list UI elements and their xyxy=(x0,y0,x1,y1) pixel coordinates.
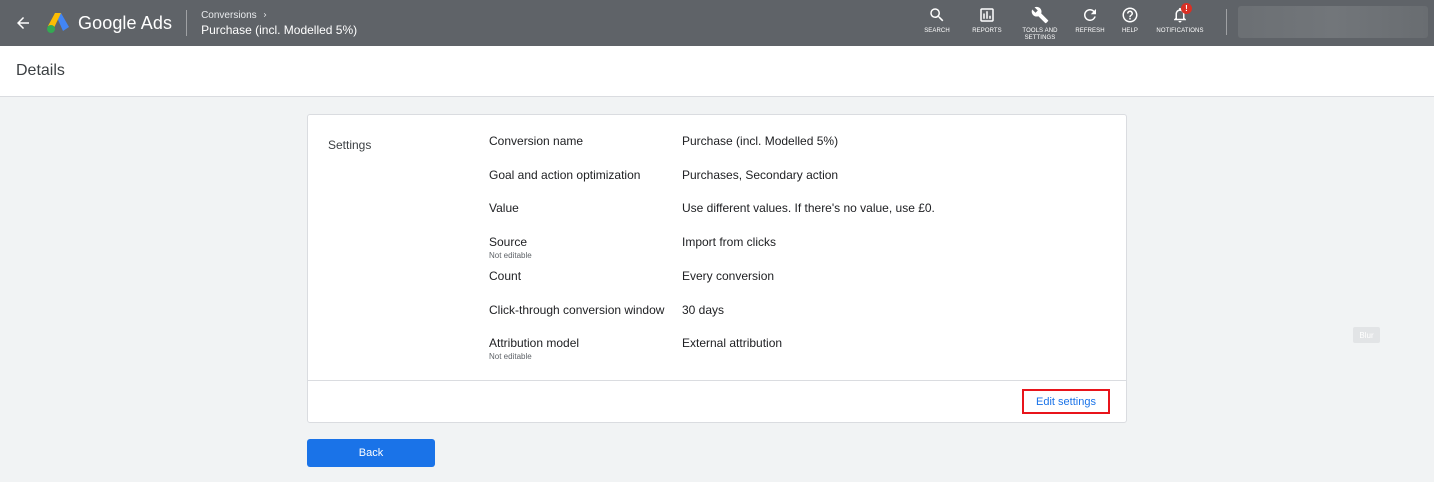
top-app-bar: Google Ads Conversions Purchase (incl. M… xyxy=(0,0,1434,46)
setting-name-count: Count xyxy=(489,269,521,283)
refresh-button[interactable]: REFRESH xyxy=(1072,0,1108,35)
search-button[interactable]: SEARCH xyxy=(918,0,956,35)
google-ads-logo-icon xyxy=(46,12,70,34)
setting-value-source: Import from clicks xyxy=(682,235,777,249)
toolbar-divider xyxy=(1226,9,1227,35)
breadcrumb-current: Purchase (incl. Modelled 5%) xyxy=(201,22,358,37)
not-editable-note: Not editable xyxy=(489,352,532,361)
setting-value-goal: Purchases, Secondary action xyxy=(682,168,839,182)
help-label: HELP xyxy=(1121,28,1139,34)
help-button[interactable]: HELP xyxy=(1118,0,1142,35)
setting-name-label: Count xyxy=(489,269,522,283)
toolbar: SEARCH REPORTS TOOLS AND SETTINGS REFRESH… xyxy=(918,0,1210,46)
breadcrumb: Conversions Purchase (incl. Modelled 5%) xyxy=(201,10,357,37)
setting-name-label: Conversion name xyxy=(489,134,584,148)
notifications-button[interactable]: ! NOTIFICATIONS xyxy=(1150,0,1210,35)
setting-name-label: Source xyxy=(489,235,528,249)
brand-name: Google Ads xyxy=(78,12,173,33)
notification-badge: ! xyxy=(1181,3,1192,14)
reports-icon xyxy=(980,8,994,22)
setting-name-conversion-name: Conversion name xyxy=(489,134,583,148)
setting-name-goal: Goal and action optimization xyxy=(489,168,640,182)
reports-button[interactable]: REPORTS xyxy=(968,0,1006,35)
wrench-icon xyxy=(1031,6,1049,24)
tools-label-line2: SETTINGS xyxy=(1024,35,1056,41)
back-arrow-icon[interactable] xyxy=(12,12,34,34)
setting-value-value: Use different values. If there's no valu… xyxy=(682,201,935,215)
page-title: Details xyxy=(16,62,65,79)
setting-value-count: Every conversion xyxy=(682,269,775,283)
account-info-blurred[interactable] xyxy=(1238,6,1428,38)
setting-name-source: Source Not editable xyxy=(489,235,532,260)
breadcrumb-parent[interactable]: Conversions xyxy=(201,10,357,21)
card-divider xyxy=(308,380,1126,381)
setting-name-value: Value xyxy=(489,201,519,215)
notifications-label: NOTIFICATIONS xyxy=(1156,28,1204,34)
setting-name-label: Click-through conversion window xyxy=(489,303,665,317)
search-icon xyxy=(930,8,944,22)
search-label: SEARCH xyxy=(924,28,950,34)
not-editable-note: Not editable xyxy=(489,251,532,260)
refresh-label: REFRESH xyxy=(1075,28,1105,34)
page-header: Details xyxy=(0,46,1434,97)
setting-value-conversion-name: Purchase (incl. Modelled 5%) xyxy=(682,134,839,148)
reports-label: REPORTS xyxy=(972,28,1002,34)
breadcrumb-parent-label[interactable]: Conversions xyxy=(201,10,257,21)
help-icon xyxy=(1122,7,1138,23)
setting-name-label: Value xyxy=(489,201,519,215)
edit-settings-button[interactable]: Edit settings xyxy=(1022,389,1110,414)
setting-name-click-through-window: Click-through conversion window xyxy=(489,303,664,317)
setting-name-attribution-model: Attribution model Not editable xyxy=(489,336,579,361)
setting-value-click-through-window: 30 days xyxy=(682,303,725,317)
refresh-icon xyxy=(1084,8,1096,21)
setting-name-label: Attribution model xyxy=(489,336,580,350)
setting-name-label: Goal and action optimization xyxy=(489,168,641,182)
blur-tag: Blur xyxy=(1353,327,1380,343)
tools-label: TOOLS AND SETTINGS xyxy=(1022,28,1057,42)
chevron-right-icon xyxy=(263,13,267,17)
brand-divider xyxy=(186,10,188,36)
back-button[interactable]: Back xyxy=(307,439,435,467)
setting-value-attribution-model: External attribution xyxy=(682,336,783,350)
section-label-settings: Settings xyxy=(328,138,372,152)
tools-and-settings-button[interactable]: TOOLS AND SETTINGS xyxy=(1018,0,1062,42)
settings-card: Settings Conversion name Purchase (incl.… xyxy=(307,114,1127,423)
tools-label-line1: TOOLS AND xyxy=(1022,28,1058,34)
